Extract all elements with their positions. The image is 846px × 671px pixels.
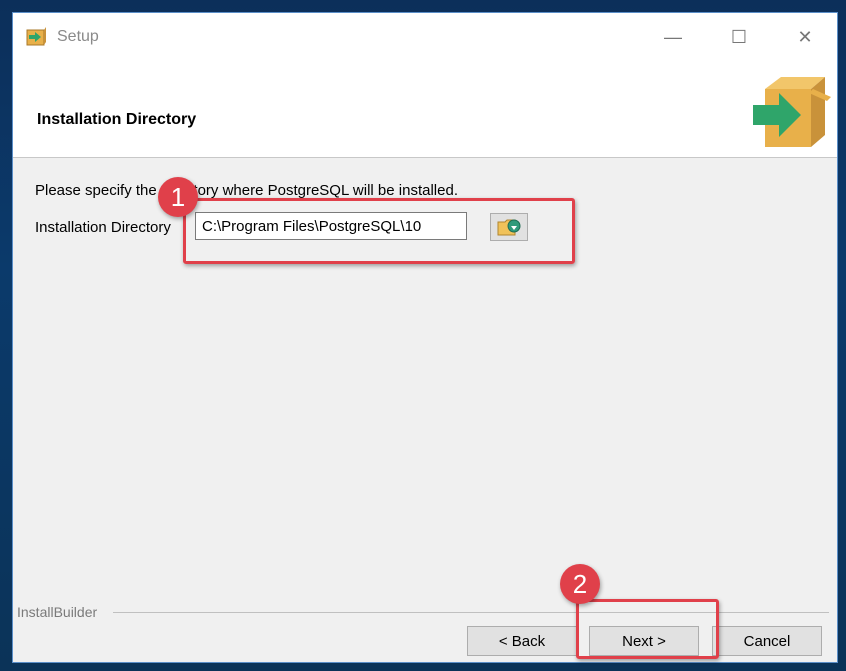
setup-box-arrow-icon <box>26 27 46 46</box>
package-arrow-icon <box>753 77 831 147</box>
page-title: Installation Directory <box>37 111 197 128</box>
next-highlight-box <box>576 599 719 659</box>
page-header: Installation Directory <box>13 61 837 158</box>
directory-label: Installation Directory <box>35 219 171 236</box>
directory-prompt: Please specify the directory where Postg… <box>35 182 458 199</box>
back-button[interactable]: < Back <box>467 626 577 656</box>
window-title: Setup <box>57 28 99 45</box>
directory-highlight-box <box>183 198 575 264</box>
step-1-badge: 1 <box>158 177 198 217</box>
minimize-button[interactable]: — <box>653 23 693 51</box>
content-area: Please specify the directory where Postg… <box>13 158 837 662</box>
title-bar: Setup — ☐ ✕ <box>13 13 837 61</box>
close-button[interactable]: ✕ <box>785 23 825 51</box>
footer-divider <box>113 612 829 613</box>
installbuilder-label: InstallBuilder <box>17 604 102 620</box>
step-2-badge: 2 <box>560 564 600 604</box>
setup-window: Setup — ☐ ✕ Installation Directory Pleas… <box>12 12 838 663</box>
maximize-button[interactable]: ☐ <box>719 23 759 51</box>
cancel-button[interactable]: Cancel <box>712 626 822 656</box>
